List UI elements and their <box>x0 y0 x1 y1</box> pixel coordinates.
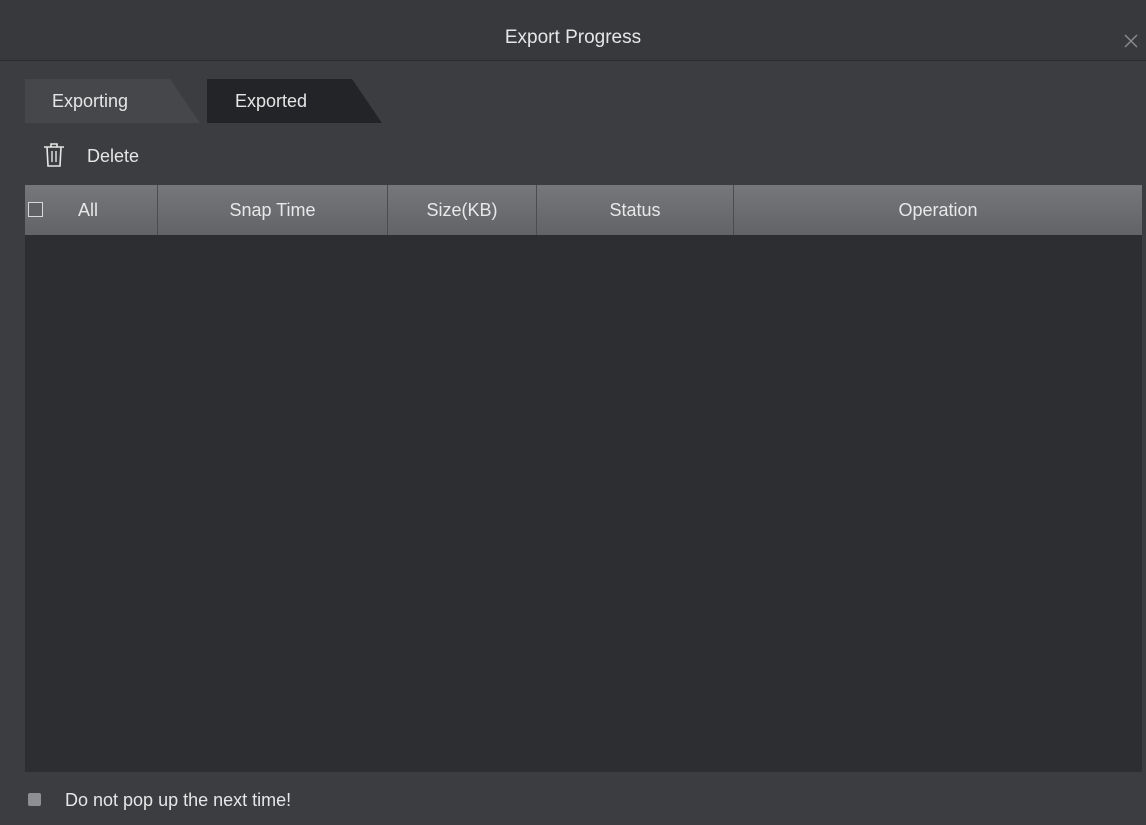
select-all-label: All <box>78 200 99 220</box>
table-body <box>25 235 1142 772</box>
header-status[interactable]: Status <box>537 185 734 235</box>
header-size[interactable]: Size(KB) <box>388 185 537 235</box>
close-button[interactable] <box>1120 30 1142 52</box>
tab-exported[interactable]: Exported <box>207 79 387 123</box>
title-bar: Export Progress <box>0 0 1146 61</box>
trash-icon <box>44 143 64 167</box>
table-header: All Snap Time Size(KB) Status Operation <box>25 185 1142 235</box>
tab-bar: Exporting Exported <box>25 79 525 123</box>
tab-exporting[interactable]: Exporting <box>25 79 205 123</box>
export-progress-dialog: Export Progress Exporting Exported Delet… <box>0 0 1146 825</box>
exported-table: All Snap Time Size(KB) Status Operation <box>25 185 1142 772</box>
dialog-title: Export Progress <box>504 27 642 48</box>
header-select-all: All <box>25 185 158 235</box>
close-icon <box>1124 34 1138 48</box>
tab-exporting-label: Exporting <box>52 91 129 111</box>
header-operation[interactable]: Operation <box>734 185 1142 235</box>
header-snap-time[interactable]: Snap Time <box>158 185 388 235</box>
delete-button[interactable]: Delete <box>40 140 170 170</box>
delete-label: Delete <box>87 146 140 166</box>
dont-popup-label: Do not pop up the next time! <box>65 790 292 810</box>
footer: Do not pop up the next time! <box>0 773 1146 825</box>
select-all-checkbox[interactable] <box>28 202 43 217</box>
tab-exported-label: Exported <box>235 91 308 111</box>
dont-popup-checkbox[interactable] <box>28 793 41 806</box>
